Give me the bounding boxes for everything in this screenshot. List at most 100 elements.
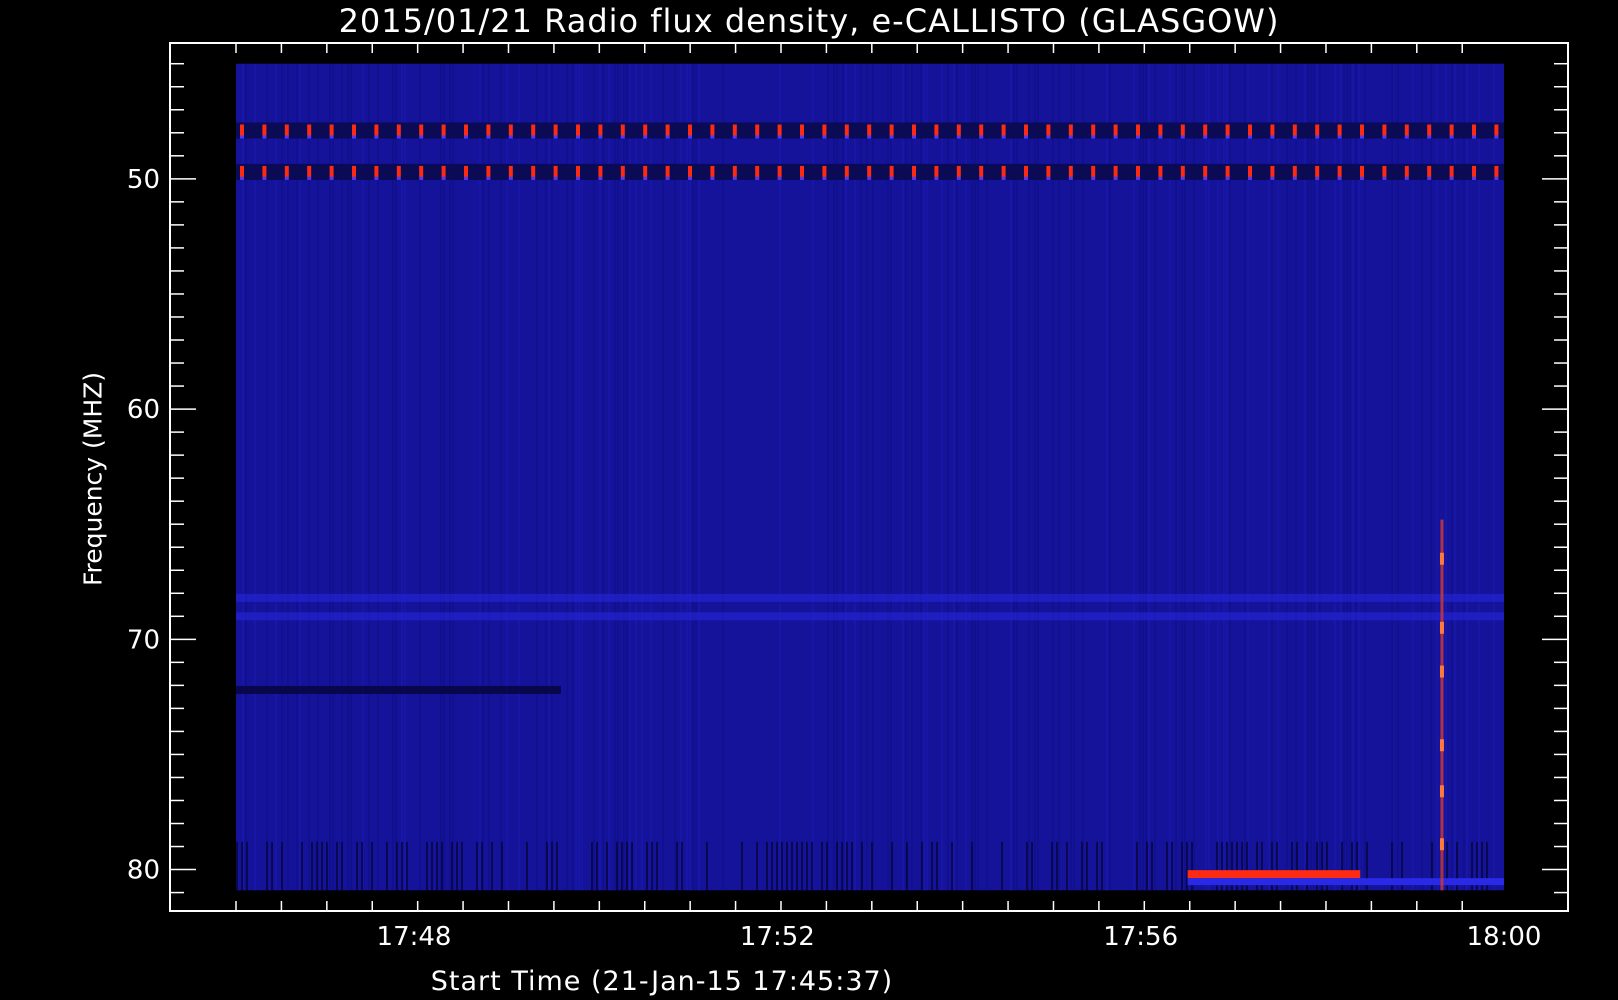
noise-streak [971, 63, 973, 891]
low-frequency-streak [766, 841, 768, 891]
interference-spike [598, 165, 603, 177]
low-frequency-streak [426, 841, 428, 891]
interference-spike [1158, 124, 1163, 136]
noise-streak [1010, 63, 1012, 891]
interference-spike [441, 165, 446, 177]
interference-spike-edge [531, 176, 536, 180]
low-frequency-streak [526, 841, 528, 891]
interference-spike-edge [486, 176, 491, 180]
interference-spike [800, 165, 804, 177]
noise-streak [1391, 63, 1393, 891]
noise-streak [812, 63, 814, 891]
interference-spike [1248, 124, 1252, 136]
interference-spike-edge [889, 176, 894, 180]
interference-spike-edge [1270, 135, 1275, 139]
spectrogram-field [235, 63, 1504, 891]
interference-spike [1091, 165, 1096, 177]
interference-spike [1046, 165, 1051, 177]
x-tick-label: 17:52 [740, 922, 815, 952]
low-frequency-streak [1171, 841, 1173, 891]
noise-streak [266, 63, 268, 891]
interference-spike [531, 124, 536, 136]
interference-spike-edge [732, 176, 737, 180]
interference-spike [553, 165, 558, 177]
noise-streak [1070, 63, 1072, 891]
noise-streak [1133, 63, 1135, 891]
noise-streak [1466, 63, 1468, 891]
noise-streak [1451, 63, 1453, 891]
noise-streak [608, 63, 610, 891]
noise-streak [329, 63, 331, 891]
interference-spike [1292, 124, 1297, 136]
interference-spike-edge [486, 135, 491, 139]
low-frequency-streak [796, 841, 798, 891]
interference-spike [688, 124, 692, 136]
noise-streak [866, 63, 868, 891]
interference-spike-edge [262, 135, 267, 139]
low-frequency-streak [646, 841, 648, 891]
noise-streak [977, 63, 979, 891]
interference-spike [643, 165, 648, 177]
interference-spike-edge [396, 135, 401, 139]
low-frequency-streak [781, 841, 783, 891]
interference-spike-edge [710, 135, 715, 139]
noise-streak [1277, 63, 1279, 891]
interference-spike [553, 124, 558, 136]
noise-streak [890, 63, 892, 891]
noise-streak [1343, 63, 1345, 891]
interference-spike-edge [934, 176, 939, 180]
low-frequency-streak [706, 841, 708, 891]
noise-streak [341, 63, 343, 891]
interference-spike-edge [1136, 176, 1140, 180]
low-frequency-streak [811, 841, 813, 891]
interference-spike-edge [1158, 135, 1163, 139]
interference-spike-edge [1360, 176, 1364, 180]
low-frequency-streak [821, 841, 823, 891]
noise-streak [1454, 63, 1456, 891]
interference-spike-edge [307, 176, 312, 180]
interference-spike-edge [822, 135, 827, 139]
low-frequency-streak [1086, 841, 1088, 891]
interference-spike-edge [1360, 135, 1364, 139]
noise-streak [860, 63, 862, 891]
interference-spike [508, 124, 513, 136]
noise-streak [572, 63, 574, 891]
x-axis-label: Start Time (21-Jan-15 17:45:37) [430, 966, 894, 997]
y-tick-label: 80 [127, 856, 160, 886]
interference-spike-edge [1136, 135, 1140, 139]
noise-streak [1493, 63, 1495, 891]
y-tick-label: 70 [127, 625, 160, 655]
interference-spike-edge [441, 135, 446, 139]
weak-band [236, 612, 1504, 621]
noise-streak [1334, 63, 1336, 891]
noise-streak [602, 63, 604, 891]
interference-spike-edge [1404, 176, 1409, 180]
noise-streak [1169, 63, 1171, 891]
noise-streak [926, 63, 928, 891]
interference-spike-edge [643, 135, 648, 139]
low-frequency-streak [801, 841, 803, 891]
noise-streak [1052, 63, 1054, 891]
interference-spike-edge [956, 176, 961, 180]
noise-streak [299, 63, 301, 891]
low-frequency-streak [241, 841, 243, 891]
interference-spike-edge [1248, 135, 1252, 139]
low-frequency-streak [371, 841, 373, 891]
low-frequency-streak [361, 841, 363, 891]
interference-spike-edge [262, 176, 267, 180]
interference-spike-edge [844, 135, 849, 139]
low-frequency-streak [851, 841, 853, 891]
noise-streak [1397, 63, 1399, 891]
noise-streak [650, 63, 652, 891]
interference-spike [1494, 165, 1499, 177]
noise-streak [1295, 63, 1297, 891]
low-frequency-streak [1001, 841, 1003, 891]
low-frequency-streak [1181, 841, 1183, 891]
interference-spike [889, 165, 894, 177]
noise-streak [395, 63, 397, 891]
noise-streak [842, 63, 844, 891]
low-frequency-streak [651, 841, 653, 891]
low-frequency-streak [806, 841, 808, 891]
interference-spike-edge [1292, 135, 1297, 139]
interference-spike [979, 124, 984, 136]
